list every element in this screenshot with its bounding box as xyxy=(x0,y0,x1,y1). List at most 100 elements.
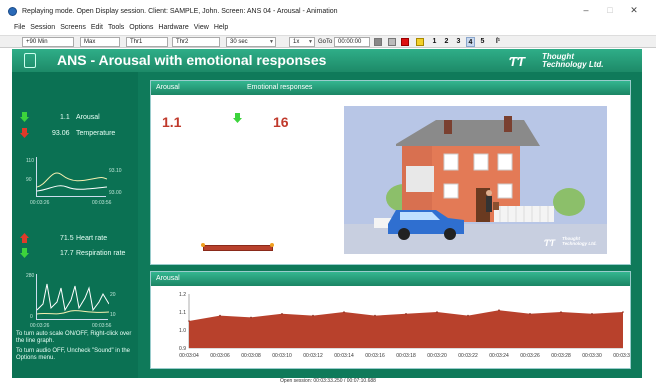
arousal-data-point xyxy=(560,311,562,313)
arousal-data-point xyxy=(436,311,438,313)
extra-button[interactable]: ſ¹ xyxy=(492,37,504,47)
screen-header: ANS - Arousal with emotional responses Ƭ… xyxy=(12,49,642,72)
y-tick-label: 1.0 xyxy=(179,328,186,334)
speed-select[interactable]: 1x ▼ xyxy=(289,37,315,47)
menu-screens[interactable]: Screens xyxy=(60,24,86,31)
time-label: 30 sec xyxy=(230,39,248,45)
panel-header: Arousal Emotional responses xyxy=(151,81,630,95)
x-tick-label: 00:03:16 xyxy=(365,353,385,359)
arrow-down-green-icon xyxy=(20,112,29,122)
x-tick-label: 00:03:30 xyxy=(582,353,602,359)
threshold2-field[interactable]: Thr2 xyxy=(172,37,220,47)
min-label: Min xyxy=(37,39,48,45)
menu-view[interactable]: View xyxy=(194,24,209,31)
menu-session[interactable]: Session xyxy=(30,24,55,31)
logo-line2: Technology Ltd. xyxy=(542,60,604,69)
arrow-down-green-icon xyxy=(20,248,29,258)
arousal-bar xyxy=(203,245,273,251)
arousal-chart-panel: Arousal 1.2 1.1 1.0 0.9 00:03:04 00:03:06 00:0… xyxy=(150,271,631,369)
screen-button-1[interactable]: 1 xyxy=(430,37,439,47)
close-button[interactable]: ✕ xyxy=(622,5,646,16)
screen-button-4[interactable]: 4 xyxy=(466,37,475,47)
heart-respiration-lines xyxy=(36,283,110,315)
x-tick-label: 00:03:32 xyxy=(613,353,630,359)
temperature-indicator xyxy=(20,128,29,138)
minimize-button[interactable]: – xyxy=(574,5,598,15)
goto-time-field[interactable]: 00:00:00 xyxy=(334,37,370,47)
scene-logo-text: Thought Technology Ltd. xyxy=(562,236,597,246)
arousal-series-area xyxy=(189,310,623,348)
x-tick-label: 00:03:06 xyxy=(210,353,230,359)
arousal-indicator xyxy=(20,112,29,122)
max-label: Max xyxy=(84,39,96,45)
arousal-emotional-panel: Arousal Emotional responses 1.1 16 ƬƬ Th… xyxy=(150,80,631,265)
record-icon[interactable] xyxy=(401,38,409,46)
graph2-y-top: 280 xyxy=(26,273,35,279)
graph2-y-mid: 0 xyxy=(30,314,33,320)
graph1-r-bot: 93.00 xyxy=(109,190,122,196)
respiration-indicator xyxy=(20,248,29,258)
audio-note: To turn audio OFF, Uncheck "Sound" in th… xyxy=(16,348,130,361)
arousal-data-point xyxy=(467,314,469,317)
stop-icon[interactable] xyxy=(388,38,396,46)
menu-tools[interactable]: Tools xyxy=(108,24,124,31)
screen-button-3[interactable]: 3 xyxy=(454,37,463,47)
arousal-data-point xyxy=(622,311,624,313)
toolbar: +90 Min Max Thr1 Thr2 30 sec ▼ 1x ▼ GoTo… xyxy=(0,35,656,48)
title-bar: Replaying mode. Open Display session. Cl… xyxy=(0,0,656,22)
time-scale-select[interactable]: 30 sec ▼ xyxy=(226,37,276,47)
x-tick-label: 00:03:12 xyxy=(303,353,323,359)
menu-hardware[interactable]: Hardware xyxy=(158,24,188,31)
temperature-graph[interactable] xyxy=(36,157,108,197)
x-tick-label: 00:03:08 xyxy=(241,353,261,359)
pause-yellow-icon[interactable] xyxy=(416,38,424,46)
thr1-label: Thr1 xyxy=(130,39,143,45)
graph2-r-top: 20 xyxy=(110,292,116,298)
arousal-data-point xyxy=(343,311,345,313)
heart-rate-value: 71.5 xyxy=(60,235,74,242)
graph2-x-right: 00:03:56 xyxy=(92,323,112,329)
max-scale-field[interactable]: Max xyxy=(80,37,120,47)
bar-marker-right xyxy=(270,243,274,247)
x-tick-label: 00:03:10 xyxy=(272,353,292,359)
chevron-down-icon: ▼ xyxy=(308,39,313,45)
app-icon xyxy=(8,6,17,16)
y-tick-label: 1.1 xyxy=(179,310,186,316)
heart-respiration-graph[interactable] xyxy=(36,274,110,320)
y-tick-label: 1.2 xyxy=(179,292,186,298)
menu-file[interactable]: File xyxy=(14,24,25,31)
emotional-header: Emotional responses xyxy=(247,84,313,91)
x-tick-label: 00:03:28 xyxy=(551,353,571,359)
arousal-value: 1.1 xyxy=(60,114,70,121)
pause-icon[interactable] xyxy=(374,38,382,46)
temperature-line xyxy=(36,172,108,192)
graph2-x-left: 00:03:26 xyxy=(30,323,50,329)
screen-title: ANS - Arousal with emotional responses xyxy=(57,52,327,68)
x-tick-label: 00:03:22 xyxy=(458,353,478,359)
arousal-data-point xyxy=(374,314,376,317)
menu-options[interactable]: Options xyxy=(129,24,153,31)
menu-edit[interactable]: Edit xyxy=(91,24,103,31)
arrow-down-green-icon xyxy=(233,113,242,123)
screen-button-5[interactable]: 5 xyxy=(478,37,487,47)
logo-text: Thought Technology Ltd. xyxy=(542,53,603,69)
menu-help[interactable]: Help xyxy=(214,24,228,31)
respiration-value: 17.7 xyxy=(60,250,74,257)
maximize-button[interactable]: □ xyxy=(598,5,622,15)
temperature-label: Temperature xyxy=(76,130,116,137)
door-icon[interactable] xyxy=(24,53,36,68)
arousal-data-point xyxy=(219,314,221,317)
threshold1-field[interactable]: Thr1 xyxy=(126,37,168,47)
screen-button-2[interactable]: 2 xyxy=(442,37,451,47)
thought-technology-logo-icon: ƬƬ xyxy=(509,54,525,69)
goto-label: GoTo xyxy=(318,39,333,45)
graph1-y-mid: 90 xyxy=(26,177,32,183)
arousal-data-point xyxy=(498,309,500,311)
emotional-big-value: 16 xyxy=(273,114,289,130)
arousal-area-chart[interactable]: 1.2 1.1 1.0 0.900:03:04 00:03:06 00:03:08 00:0… xyxy=(151,286,630,368)
arousal-chart-header: Arousal xyxy=(151,272,630,286)
graph1-x-right: 00:03:56 xyxy=(92,200,112,206)
goto-time-value: 00:00:00 xyxy=(338,39,362,45)
min-scale-field[interactable]: +90 Min xyxy=(22,37,74,47)
arrow-down-red-icon xyxy=(20,128,29,138)
